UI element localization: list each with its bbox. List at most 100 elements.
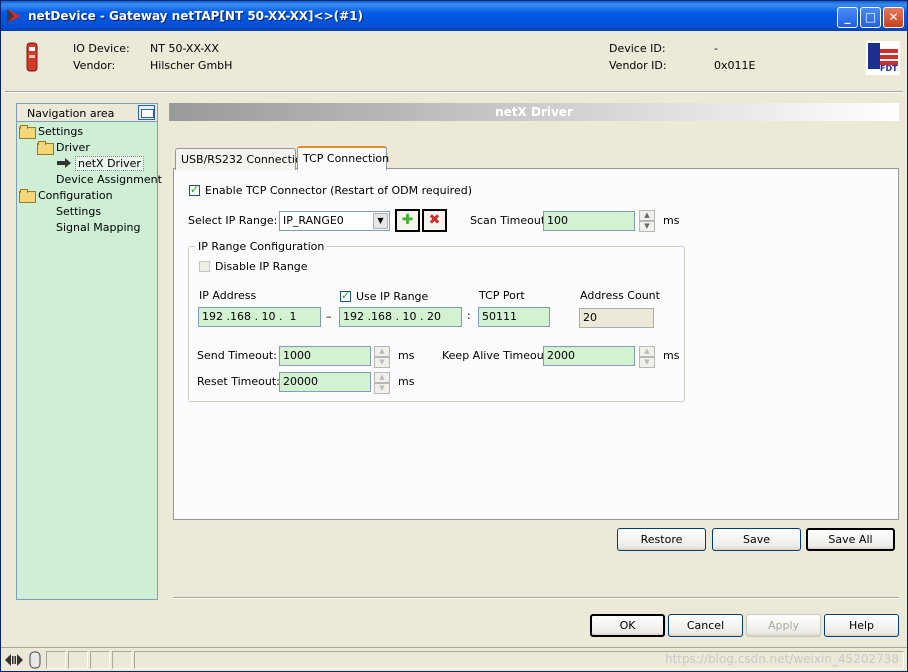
status-cell — [46, 651, 66, 669]
scan-timeout-label: Scan Timeout: — [470, 214, 549, 227]
tree-item-label: Configuration — [38, 189, 113, 202]
delete-icon: ✖ — [428, 212, 441, 228]
tree-item-device-assignment[interactable]: Device Assignment — [56, 172, 162, 188]
scan-timeout-input[interactable]: 100 — [543, 211, 635, 231]
tree-item-driver[interactable]: Driver — [37, 140, 90, 156]
tcp-port-label: TCP Port — [479, 289, 525, 302]
disable-ip-range-checkbox[interactable] — [199, 261, 210, 272]
ip-to-input[interactable]: 192 .168 . 10 . 20 — [339, 307, 462, 327]
ip-from-input[interactable]: 192 .168 . 10 . 1 — [198, 307, 321, 327]
cancel-button[interactable]: Cancel — [668, 614, 743, 637]
navigation-header: Navigation area — [17, 104, 157, 122]
ip-range-select-value: IP_RANGE0 — [283, 214, 344, 227]
ok-button[interactable]: OK — [590, 614, 665, 637]
apply-button[interactable]: Apply — [746, 614, 821, 637]
disable-ip-range-label: Disable IP Range — [215, 260, 308, 273]
plus-icon: ✚ — [401, 212, 414, 228]
help-button[interactable]: Help — [824, 614, 899, 637]
io-device-label: IO Device: — [73, 42, 130, 55]
title-bar[interactable]: netDevice - Gateway netTAP[NT 50-XX-XX]<… — [1, 1, 907, 31]
folder-icon — [19, 125, 36, 139]
keep-alive-input[interactable]: 2000 — [543, 346, 635, 366]
status-cell — [68, 651, 88, 669]
address-count-field: 20 — [579, 308, 654, 328]
fdt-logo-text: FDT — [880, 64, 898, 73]
spin-up-icon[interactable]: ▲ — [639, 210, 655, 221]
tree-item-label: netX Driver — [75, 156, 144, 171]
vendor-label: Vendor: — [73, 59, 116, 72]
tree-item-settings[interactable]: Settings — [19, 124, 83, 140]
ip-range-config-title: IP Range Configuration — [195, 240, 328, 253]
tree-item-netx-driver[interactable]: netX Driver — [57, 156, 144, 172]
close-button[interactable]: ✕ — [883, 7, 904, 28]
header-separator — [5, 91, 903, 93]
vendor-id-label: Vendor ID: — [609, 59, 667, 72]
remove-ip-range-button[interactable]: ✖ — [422, 209, 447, 232]
enable-tcp-checkbox[interactable] — [189, 183, 200, 196]
vendor-id-value: 0x011E — [714, 59, 756, 72]
spin-down-icon[interactable]: ▼ — [639, 221, 655, 232]
io-device-value: NT 50-XX-XX — [150, 42, 219, 55]
device-icon — [26, 42, 38, 72]
folder-icon — [19, 189, 36, 203]
scan-timeout-spinner[interactable]: ▲ ▼ — [639, 210, 655, 232]
tree-item-label: Device Assignment — [56, 173, 162, 186]
button-separator — [173, 597, 899, 599]
spin-up-icon[interactable]: ▲ — [639, 346, 655, 357]
cylinder-icon — [29, 651, 41, 669]
driver-arrow-icon — [57, 158, 71, 168]
maximize-button[interactable]: □ — [860, 7, 881, 28]
app-icon — [7, 9, 21, 23]
keep-alive-label: Keep Alive Timeout: — [442, 349, 552, 362]
reset-timeout-unit: ms — [398, 375, 415, 388]
device-header: IO Device: NT 50-XX-XX Vendor: Hilscher … — [1, 32, 907, 90]
vendor-value: Hilscher GmbH — [150, 59, 233, 72]
add-ip-range-button[interactable]: ✚ — [395, 209, 420, 232]
save-all-button[interactable]: Save All — [806, 528, 895, 551]
minimize-button[interactable]: _ — [837, 7, 858, 28]
tree-item-signal-mapping[interactable]: Signal Mapping — [56, 220, 141, 236]
restore-button[interactable]: Restore — [617, 528, 706, 551]
reset-timeout-spinner[interactable]: ▲ ▼ — [374, 372, 390, 394]
spin-down-icon[interactable]: ▼ — [639, 357, 655, 368]
tree-item-config-settings[interactable]: Settings — [56, 204, 101, 220]
send-timeout-input[interactable]: 1000 — [279, 346, 371, 366]
folder-icon — [37, 141, 54, 155]
tab-tcp-connection[interactable]: TCP Connection — [297, 146, 389, 170]
keep-alive-unit: ms — [663, 349, 680, 362]
send-timeout-spinner[interactable]: ▲ ▼ — [374, 346, 390, 368]
spin-down-icon[interactable]: ▼ — [374, 383, 390, 394]
fdt-logo: FDT — [866, 41, 900, 75]
navigation-area: Navigation area Settings Driver netX Dri… — [16, 103, 162, 600]
ip-address-label: IP Address — [199, 289, 257, 302]
status-bar: https://blog.csdn.net/weixin_45202738 — [1, 647, 907, 671]
use-ip-range-checkbox[interactable] — [340, 289, 351, 302]
window-title: netDevice - Gateway netTAP[NT 50-XX-XX]<… — [28, 9, 364, 23]
window-layout-icon[interactable] — [138, 105, 155, 120]
spin-up-icon[interactable]: ▲ — [374, 372, 390, 383]
tree-item-label: Signal Mapping — [56, 221, 141, 234]
reset-timeout-label: Reset Timeout: — [197, 375, 280, 388]
spin-down-icon[interactable]: ▼ — [374, 357, 390, 368]
status-cell — [90, 651, 110, 669]
chevron-down-icon[interactable]: ▼ — [373, 213, 388, 229]
tree-item-configuration[interactable]: Configuration — [19, 188, 113, 204]
tcp-port-input[interactable]: 50111 — [478, 307, 550, 327]
spin-up-icon[interactable]: ▲ — [374, 346, 390, 357]
connect-arrows-icon[interactable] — [5, 653, 23, 667]
reset-timeout-input[interactable]: 20000 — [279, 372, 371, 392]
main-window: netDevice - Gateway netTAP[NT 50-XX-XX]<… — [0, 0, 908, 672]
navigation-title: Navigation area — [27, 107, 115, 120]
range-dash: – — [326, 310, 332, 323]
device-id-label: Device ID: — [609, 42, 666, 55]
save-button[interactable]: Save — [712, 528, 801, 551]
tab-usb-rs232[interactable]: USB/RS232 Connection — [175, 148, 309, 170]
select-ip-range-label: Select IP Range: — [188, 214, 278, 227]
tree-item-label: Driver — [56, 141, 90, 154]
address-count-label: Address Count — [580, 289, 660, 302]
watermark: https://blog.csdn.net/weixin_45202738 — [664, 652, 899, 666]
status-cell — [112, 651, 132, 669]
keep-alive-spinner[interactable]: ▲ ▼ — [639, 346, 655, 368]
enable-tcp-label: Enable TCP Connector (Restart of ODM req… — [205, 184, 473, 197]
use-ip-range-label: Use IP Range — [356, 290, 429, 303]
